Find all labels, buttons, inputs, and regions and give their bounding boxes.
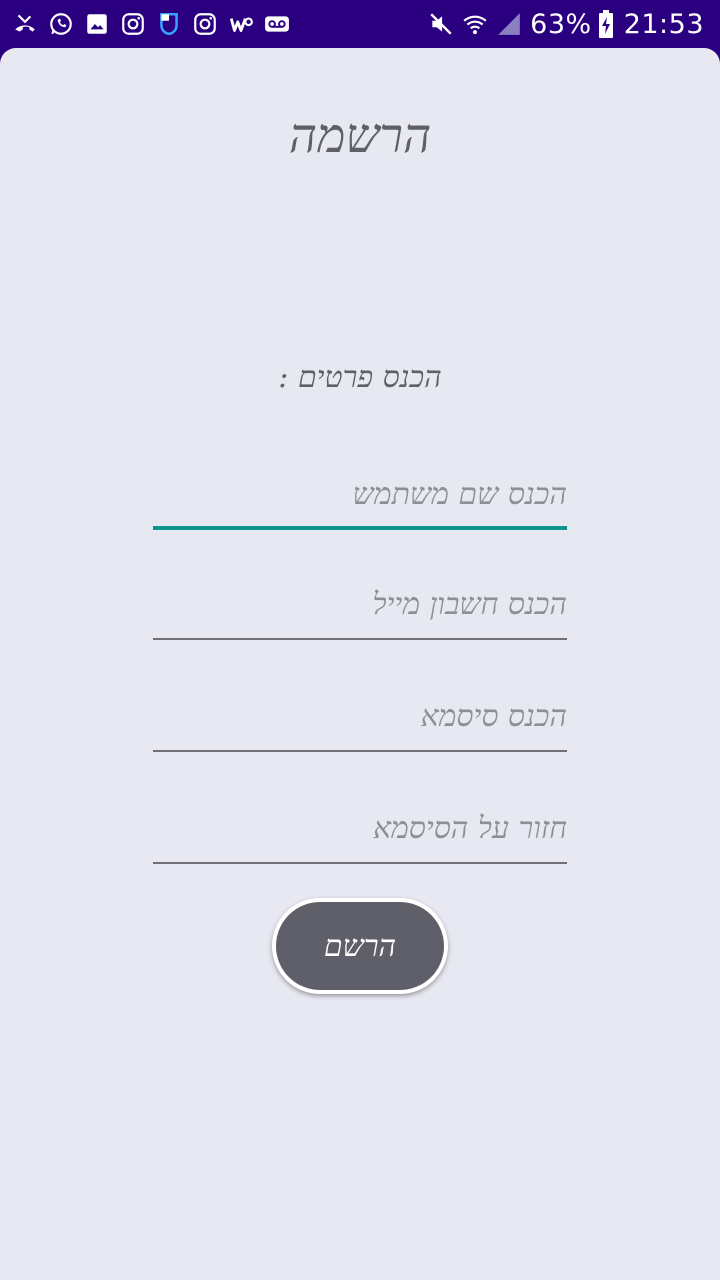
email-input[interactable] bbox=[153, 570, 567, 638]
battery-charging-icon bbox=[598, 10, 614, 38]
details-label: הכנס פרטים : bbox=[278, 360, 442, 395]
register-button[interactable]: הרשם bbox=[272, 898, 448, 994]
confirm-password-input[interactable] bbox=[153, 794, 567, 862]
password-input[interactable] bbox=[153, 682, 567, 750]
gallery-icon bbox=[84, 11, 110, 37]
instagram-icon bbox=[192, 11, 218, 37]
whatsapp-icon bbox=[48, 11, 74, 37]
password-underline bbox=[153, 750, 567, 752]
voicemail-icon bbox=[264, 11, 290, 37]
notification-icons bbox=[12, 8, 300, 40]
username-field bbox=[153, 460, 567, 530]
shield-app-icon bbox=[156, 11, 182, 37]
confirm-password-underline bbox=[153, 862, 567, 864]
mute-icon bbox=[428, 11, 454, 37]
registration-card: הרשמה הכנס פרטים : הרשם bbox=[0, 48, 720, 1280]
instagram-icon bbox=[120, 11, 146, 37]
w-app-icon bbox=[228, 11, 254, 37]
battery-percentage: 63% bbox=[530, 8, 592, 40]
signal-icon bbox=[496, 11, 522, 37]
username-underline bbox=[153, 526, 567, 530]
clock-time: 21:53 bbox=[623, 8, 704, 40]
wifi-icon bbox=[462, 11, 488, 37]
email-underline bbox=[153, 638, 567, 640]
username-input[interactable] bbox=[153, 460, 567, 528]
password-field bbox=[153, 682, 567, 752]
system-status: 63% 21:53 bbox=[428, 6, 704, 42]
page-title: הרשמה bbox=[288, 108, 432, 164]
status-bar: 63% 21:53 bbox=[0, 0, 720, 48]
email-field bbox=[153, 570, 567, 640]
confirm-password-field bbox=[153, 794, 567, 864]
missed-call-icon bbox=[12, 11, 38, 37]
